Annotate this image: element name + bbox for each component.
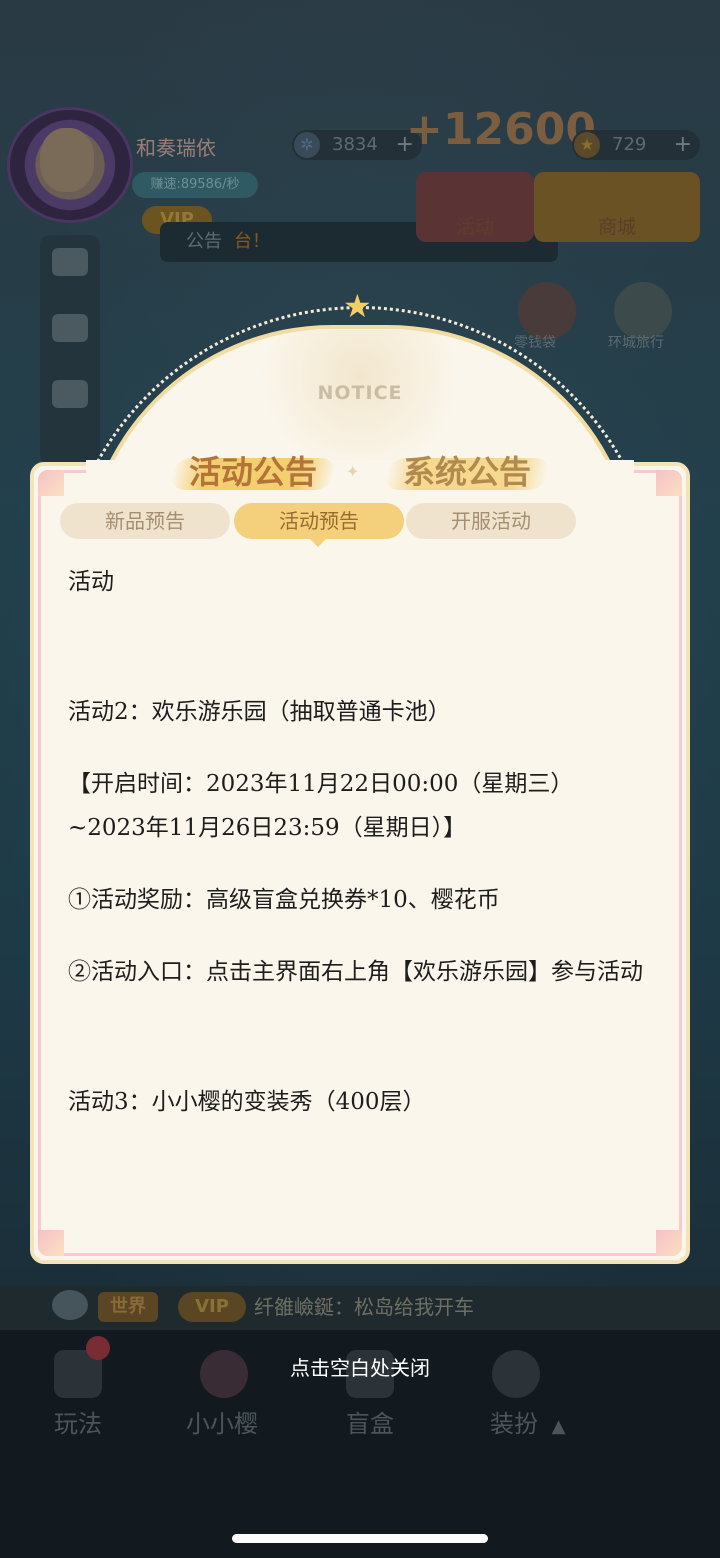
nav-dress-up-label: 装扮 — [490, 1410, 538, 1438]
shop-button[interactable]: 商城 — [534, 172, 700, 242]
tab-system-notice-label: 系统公告 — [402, 453, 531, 491]
nav-little-sakura[interactable]: 小小樱 — [186, 1404, 258, 1439]
nav-dress-up[interactable]: 装扮 ▲ — [490, 1404, 565, 1439]
nav-blind-box[interactable]: 盲盒 — [346, 1404, 394, 1439]
tab-separator-icon: ✦ — [346, 462, 360, 481]
notice-content[interactable]: 活动 活动2：欢乐游乐园（抽取普通卡池） 【开启时间：2023年11月22日00… — [68, 560, 646, 1240]
nav-play[interactable]: 玩法 — [54, 1404, 102, 1439]
subtab-new-products[interactable]: 新品预告 — [60, 503, 230, 539]
tab-activity-notice-label: 活动公告 — [188, 453, 317, 491]
add-star-icon[interactable]: + — [674, 130, 692, 160]
corner-decoration — [656, 470, 682, 496]
avatar-face — [40, 128, 94, 192]
announcement-tag: 台！ — [234, 231, 270, 252]
content-heading: 活动 — [68, 569, 114, 595]
activity2-time: 【开启时间：2023年11月22日00:00（星期三）~2023年11月26日2… — [68, 771, 574, 841]
chat-channel-badge: 世界 — [98, 1292, 158, 1322]
player-name: 和奏瑞依 — [136, 136, 216, 160]
mail-icon[interactable] — [52, 248, 88, 276]
currency-gain-popup: +12600 — [406, 104, 596, 155]
notice-watermark: NOTICE — [317, 382, 403, 404]
tab-activity-notice[interactable]: 活动公告 — [168, 450, 338, 494]
coin-bag-label: 零钱袋 — [514, 335, 556, 351]
activity-button[interactable]: 活动 — [416, 172, 534, 242]
tab-system-notice[interactable]: 系统公告 — [382, 450, 552, 494]
dome-panel-join — [86, 460, 634, 474]
activity2-title: 活动2：欢乐游乐园（抽取普通卡池） — [68, 699, 451, 725]
corner-decoration — [38, 1230, 64, 1256]
announcement-label: 公告 — [186, 231, 222, 252]
city-tour-label: 环城旅行 — [608, 335, 664, 351]
star-icon: ★ — [574, 132, 600, 158]
corner-decoration — [38, 470, 64, 496]
activity2-reward: ①活动奖励：高级盲盒兑换券*10、樱花币 — [68, 887, 500, 913]
subtab-activity-preview[interactable]: 活动预告 — [234, 503, 404, 539]
currency-gem-value: 3834 — [332, 134, 378, 155]
close-hint[interactable]: 点击空白处关闭 — [0, 1352, 720, 1381]
home-indicator[interactable] — [232, 1534, 488, 1543]
activity2-entry: ②活动入口：点击主界面右上角【欢乐游乐园】参与活动 — [68, 959, 643, 985]
activity3-title: 活动3：小小樱的变装秀（400层） — [68, 1089, 426, 1115]
currency-star-value: 729 — [612, 134, 647, 155]
currency-gem[interactable]: ✲ 3834 + — [292, 130, 422, 160]
chat-message: 纤雒嶮鋋：松岛给我开车 — [254, 1295, 474, 1319]
currency-star[interactable]: ★ 729 + — [572, 130, 700, 160]
star-icon: ★ — [343, 287, 372, 325]
subtab-server-launch[interactable]: 开服活动 — [406, 503, 576, 539]
earn-speed-chip: 赚速:89586/秒 — [132, 172, 258, 198]
gem-icon: ✲ — [294, 132, 320, 158]
corner-decoration — [656, 1230, 682, 1256]
chat-bubble-icon[interactable] — [52, 1290, 88, 1320]
chat-vip-badge: VIP — [178, 1292, 246, 1322]
friends-icon[interactable] — [52, 314, 88, 342]
caret-up-icon: ▲ — [551, 1416, 566, 1437]
subtab-pointer — [309, 538, 327, 547]
